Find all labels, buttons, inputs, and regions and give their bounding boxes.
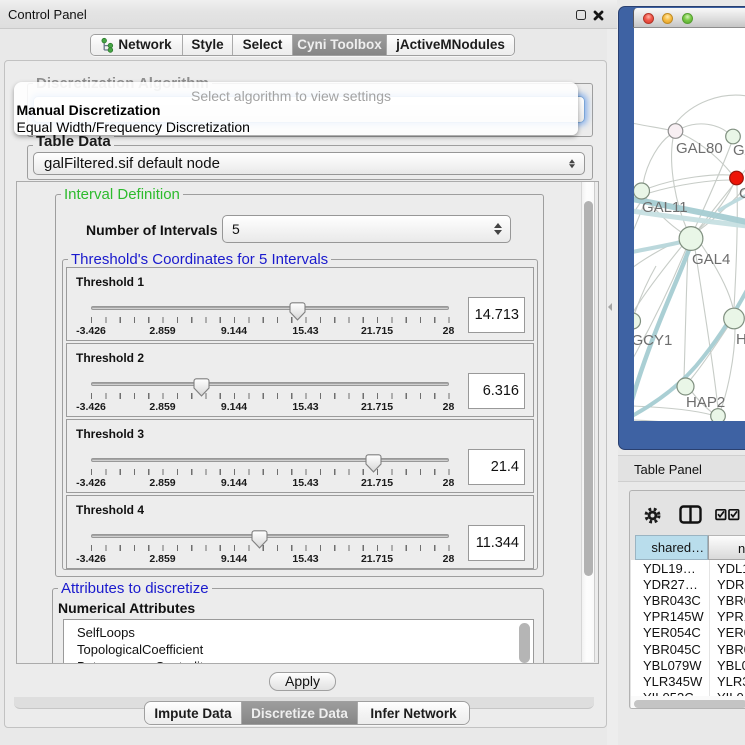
- svg-text:GAL11: GAL11: [642, 199, 688, 216]
- svg-text:CD: CD: [739, 185, 745, 202]
- svg-text:GCY1: GCY1: [634, 332, 672, 349]
- svg-text:GAL: GAL: [733, 142, 745, 159]
- svg-text:HX: HX: [736, 331, 745, 348]
- svg-text:HAP2: HAP2: [686, 394, 725, 411]
- svg-text:GAL80: GAL80: [676, 140, 723, 157]
- svg-text:GAL4: GAL4: [692, 251, 730, 268]
